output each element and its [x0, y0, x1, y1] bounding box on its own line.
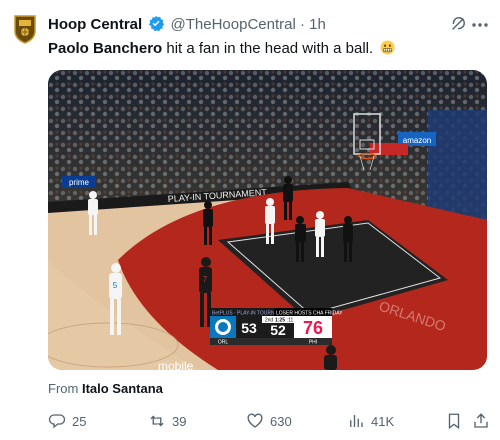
- views-button[interactable]: 41K: [347, 412, 394, 430]
- ticker-right: LOSER HOSTS CHA FRIDAY: [276, 311, 343, 317]
- share-button[interactable]: [472, 412, 496, 430]
- verified-badge-icon: [149, 15, 165, 31]
- scoreboard-overlay: BetPLUS · PLAY-IN TOURNAMENT LOSER HOSTS…: [210, 308, 343, 346]
- away-team-abbr: ORL: [218, 340, 229, 346]
- home-team-abbr: PHI: [309, 340, 317, 346]
- svg-text:76: 76: [303, 318, 323, 338]
- reply-button[interactable]: 25: [48, 412, 86, 430]
- heart-icon: [247, 413, 263, 428]
- author-name[interactable]: Hoop Central: [48, 16, 142, 33]
- repost-button[interactable]: 39: [148, 412, 186, 430]
- basketball-game-frame: amazon coin PLAY-IN TOURNAMENT prime ORL…: [48, 70, 487, 370]
- bookmark-icon: [448, 413, 460, 430]
- separator-dot: ·: [299, 16, 305, 33]
- reply-icon: [48, 414, 66, 429]
- repost-icon: [150, 415, 164, 427]
- player-mention: Paolo Banchero: [48, 40, 163, 57]
- post-time[interactable]: 1h: [309, 16, 326, 33]
- tweet-body: hit a fan in the head with a ball.: [162, 40, 374, 57]
- tweet-media-video[interactable]: amazon coin PLAY-IN TOURNAMENT prime ORL…: [48, 70, 487, 370]
- away-score: 53: [241, 320, 257, 336]
- player-number-5: 5: [113, 281, 118, 290]
- avatar[interactable]: [13, 14, 37, 44]
- like-button[interactable]: 630: [246, 412, 292, 430]
- shot-clock: :11: [287, 318, 294, 324]
- source-prefix: From: [48, 381, 79, 396]
- media-source: From Italo Santana: [48, 381, 163, 396]
- tweet-header: Hoop Central @TheHoopCentral · 1h: [48, 15, 326, 33]
- player-number-7: 7: [203, 275, 208, 284]
- home-score: 52: [270, 322, 286, 338]
- court-logo-text: mobile: [158, 359, 194, 370]
- tweet-text: Paolo Banchero hit a fan in the head wit…: [48, 40, 395, 57]
- prime-badge: prime: [69, 178, 90, 187]
- bookmark-button[interactable]: [445, 412, 469, 430]
- share-icon: [474, 413, 488, 428]
- more-options-icon[interactable]: [470, 22, 490, 28]
- like-count: 630: [270, 413, 292, 429]
- reply-count: 25: [72, 413, 87, 429]
- views-chart-icon: [350, 415, 363, 427]
- grimacing-face-icon: [380, 40, 395, 55]
- source-name[interactable]: Italo Santana: [82, 381, 163, 396]
- grok-icon[interactable]: [449, 15, 467, 33]
- repost-count: 39: [172, 413, 187, 429]
- view-count: 41K: [371, 413, 395, 429]
- author-handle[interactable]: @TheHoopCentral: [171, 16, 296, 33]
